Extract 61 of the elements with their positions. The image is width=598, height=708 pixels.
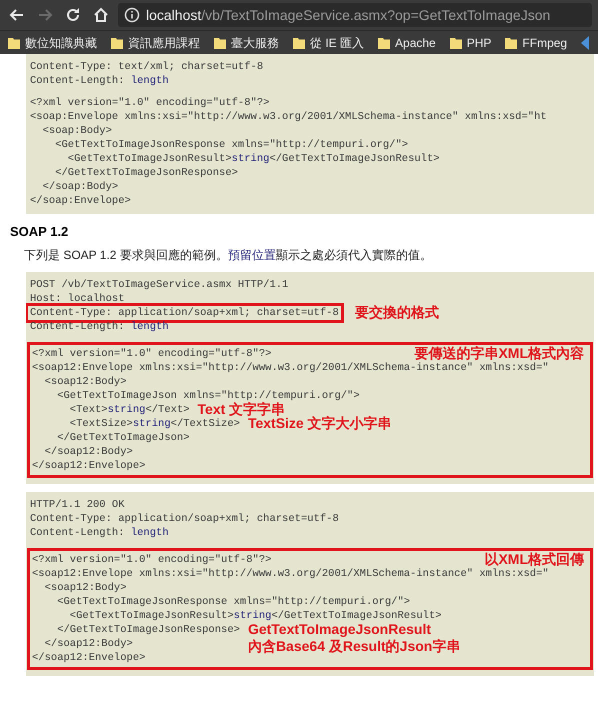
bookmark-item[interactable]: Apache	[378, 34, 436, 52]
annotation-note: 以XML格式回傳	[484, 550, 584, 568]
bookmark-item[interactable]: PHP	[450, 34, 492, 52]
code-line: <GetTextToImageJsonResponse xmlns="http://tempuri.org/">	[56, 594, 410, 608]
annotation-note: TextSize 文字大小字串	[248, 414, 392, 432]
folder-icon	[450, 36, 462, 48]
code-line: <soap:Envelope xmlns:xsi="http://www.w3.org/2001/XMLSchema-instance" xmlns:xsd="ht	[30, 110, 547, 124]
intro-text: 下列是 SOAP 1.2 要求與回應的範例。預留位置顯示之處必須代入實際的值。	[24, 246, 433, 264]
folder-icon	[505, 36, 518, 48]
bookmark-item[interactable]: 數位知識典藏	[8, 34, 97, 52]
code-line: <soap12:Envelope xmlns:xsi="http://www.w3.org/2001/XMLSchema-instance" xmlns:xsd="	[32, 566, 549, 580]
code-line: <?xml version="1.0" encoding="utf-8"?>	[32, 346, 272, 360]
code-line: Content-Type: application/soap+xml; charset=utf-8	[28, 306, 341, 320]
code-line: <TextSize>string</TextSize>	[68, 416, 240, 430]
folder-icon	[214, 36, 226, 48]
annotation-note: 要傳送的字串XML格式內容	[414, 344, 584, 362]
code-line: Content-Type: text/xml; charset=utf-8	[30, 60, 264, 74]
code-line: <GetTextToImageJsonResponse xmlns="http://tempuri.org/">	[54, 138, 408, 152]
folder-icon	[293, 36, 305, 48]
code-line: <soap:Body>	[42, 124, 112, 138]
code-line: <?xml version="1.0" encoding="utf-8"?>	[30, 96, 270, 110]
code-line: <soap12:Envelope xmlns:xsi="http://www.w3.org/2001/XMLSchema-instance" xmlns:xsd="	[32, 360, 549, 374]
code-line: <Text>string</Text>	[68, 402, 190, 416]
code-line: <soap12:Body>	[44, 580, 127, 594]
folder-icon	[111, 36, 123, 48]
code-line: Content-Length: length	[30, 320, 169, 334]
bookmark-item[interactable]: FFmpeg	[505, 34, 568, 52]
code-line: HTTP/1.1 200 OK	[30, 498, 125, 512]
code-line: </soap12:Body>	[44, 444, 133, 458]
folder-icon	[378, 36, 390, 48]
code-line: </soap12:Envelope>	[32, 650, 146, 664]
code-line: Host: localhost	[30, 292, 125, 306]
code-line: </soap12:Body>	[44, 636, 133, 650]
code-line: Content-Type: application/soap+xml; charset=utf-8	[30, 512, 339, 526]
code-line: <GetTextToImageJsonResult>string</GetTextToImageJsonResult>	[66, 152, 440, 166]
code-line: </soap:Body>	[42, 180, 118, 194]
code-line: <soap12:Body>	[44, 374, 127, 388]
code-line: <GetTextToImageJsonResult>string</GetTextToImageJsonResult>	[68, 608, 442, 622]
annotation-note: 要交換的格式	[354, 304, 439, 320]
reload-icon	[64, 6, 82, 24]
code-line: </soap12:Envelope>	[32, 458, 146, 472]
section-heading: SOAP 1.2	[10, 223, 70, 241]
code-line: </GetTextToImageJson>	[56, 430, 190, 444]
annotation-note: Text 文字字串	[198, 400, 286, 416]
folder-icon	[8, 36, 20, 48]
code-line: </soap:Envelope>	[30, 194, 131, 208]
code-line: Content-Length: length	[30, 526, 169, 540]
address-bar[interactable]: localhost/vb/TextToImageService.asmx?op=GetTextToImageJson	[118, 3, 592, 27]
code-line: <?xml version="1.0" encoding="utf-8"?>	[32, 552, 272, 566]
code-line: POST /vb/TextToImageService.asmx HTTP/1.1	[30, 278, 288, 292]
code-line: <GetTextToImageJson xmlns="http://tempuri.org/">	[56, 388, 360, 402]
bookmark-item[interactable]: 臺大服務	[214, 34, 279, 52]
annotation-note: 內含Base64 及Result的Json字串	[248, 638, 460, 654]
info-icon	[124, 7, 140, 23]
annotation-note: GetTextToImageJsonResult	[248, 620, 432, 638]
home-icon	[92, 6, 110, 24]
code-line: </GetTextToImageJsonResponse>	[56, 622, 240, 636]
code-line: Content-Length: length	[30, 74, 169, 88]
code-line: </GetTextToImageJsonResponse>	[54, 166, 238, 180]
bookmark-item[interactable]: 從 IE 匯入	[293, 34, 364, 52]
bookmark-item[interactable]: 資訊應用課程	[111, 34, 200, 52]
